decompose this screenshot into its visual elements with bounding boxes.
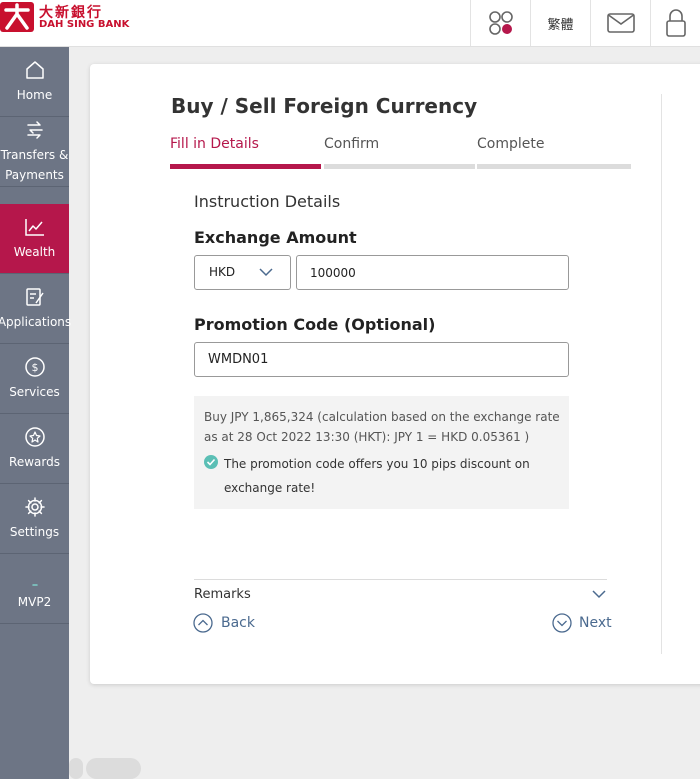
step-progress-fill [170, 164, 321, 169]
step-fill-in-details: Fill in Details [170, 136, 259, 152]
brand-name-en: DAH SING BANK [39, 19, 130, 30]
sidebar-item-rewards[interactable]: Rewards [0, 414, 69, 484]
language-label: 繁體 [547, 17, 574, 33]
scroll-pill [86, 758, 141, 779]
transfer-icon [26, 120, 43, 139]
next-button[interactable]: Next [552, 612, 612, 634]
chevron-up-circle-icon [193, 613, 213, 633]
exchange-amount-label: Exchange Amount [194, 228, 357, 247]
sidebar-item-wealth[interactable]: Wealth [0, 204, 69, 274]
card-divider [661, 94, 662, 654]
sidebar-item-label: Rewards [9, 454, 60, 469]
check-circle-icon [204, 455, 218, 469]
dollar-icon: $ [24, 356, 45, 377]
sidebar-item-label: Payments [5, 167, 64, 182]
promotion-code-input[interactable] [194, 342, 569, 377]
exchange-info-box: Buy JPY 1,865,324 (calculation based on … [194, 396, 569, 509]
svg-text:$: $ [31, 361, 38, 374]
top-bar: 大新銀行 DAH SING BANK 繁體 [0, 0, 700, 47]
sidebar-item-mvp2[interactable]: MVP2 [0, 554, 69, 624]
dash-icon [31, 583, 38, 586]
dah-sing-logo-icon [0, 2, 34, 32]
sidebar-item-applications[interactable]: Applications [0, 274, 72, 344]
lock-icon [665, 9, 686, 37]
sidebar-item-label: Home [16, 87, 53, 102]
step-complete: Complete [477, 136, 545, 152]
mail-button[interactable] [590, 0, 650, 46]
calculation-text: Buy JPY 1,865,324 (calculation based on … [204, 410, 560, 444]
scroll-pill [69, 758, 83, 779]
mail-icon [606, 13, 635, 33]
star-icon [24, 426, 45, 447]
chart-icon [24, 218, 44, 236]
step-progress-track [324, 164, 475, 169]
apps-button[interactable] [470, 0, 530, 46]
sidebar-item-transfers[interactable]: Transfers & Payments [0, 117, 69, 187]
next-label: Next [579, 615, 612, 631]
home-icon [25, 60, 44, 79]
sidebar-item-label: MVP2 [17, 594, 52, 609]
section-title: Instruction Details [194, 192, 341, 211]
sidebar-item-label: Services [9, 384, 60, 399]
edit-icon [25, 287, 44, 306]
sidebar-item-label: Applications [0, 314, 72, 329]
remarks-toggle[interactable]: Remarks [194, 587, 251, 602]
promotion-code-label: Promotion Code (Optional) [194, 315, 436, 334]
chevron-down-circle-icon [552, 613, 572, 633]
step-confirm: Confirm [324, 136, 380, 152]
remarks-divider [194, 579, 607, 580]
logout-button[interactable] [650, 0, 700, 46]
sidebar-nav: Home Transfers & Payments Wealth Applica… [0, 47, 72, 779]
currency-select[interactable]: HKD [194, 255, 291, 290]
back-label: Back [221, 615, 255, 631]
exchange-amount-input[interactable] [296, 255, 569, 290]
back-button[interactable]: Back [193, 612, 255, 634]
sidebar-item-label: Settings [9, 524, 60, 539]
sidebar-item-services[interactable]: $ Services [0, 344, 69, 414]
sidebar-item-label: Wealth [13, 244, 56, 259]
apps-icon [488, 11, 513, 35]
sidebar-item-home[interactable]: Home [0, 47, 69, 117]
chevron-down-icon[interactable] [592, 589, 606, 599]
chevron-down-icon [259, 268, 273, 277]
sidebar-item-settings[interactable]: Settings [0, 484, 69, 554]
language-toggle[interactable]: 繁體 [530, 0, 590, 46]
page-title: Buy / Sell Foreign Currency [171, 94, 478, 118]
sidebar-item-label: Transfers & [0, 147, 69, 162]
gear-icon [24, 496, 45, 517]
currency-value: HKD [209, 265, 236, 279]
step-progress-track [477, 164, 631, 169]
promotion-message: The promotion code offers you 10 pips di… [224, 457, 530, 495]
